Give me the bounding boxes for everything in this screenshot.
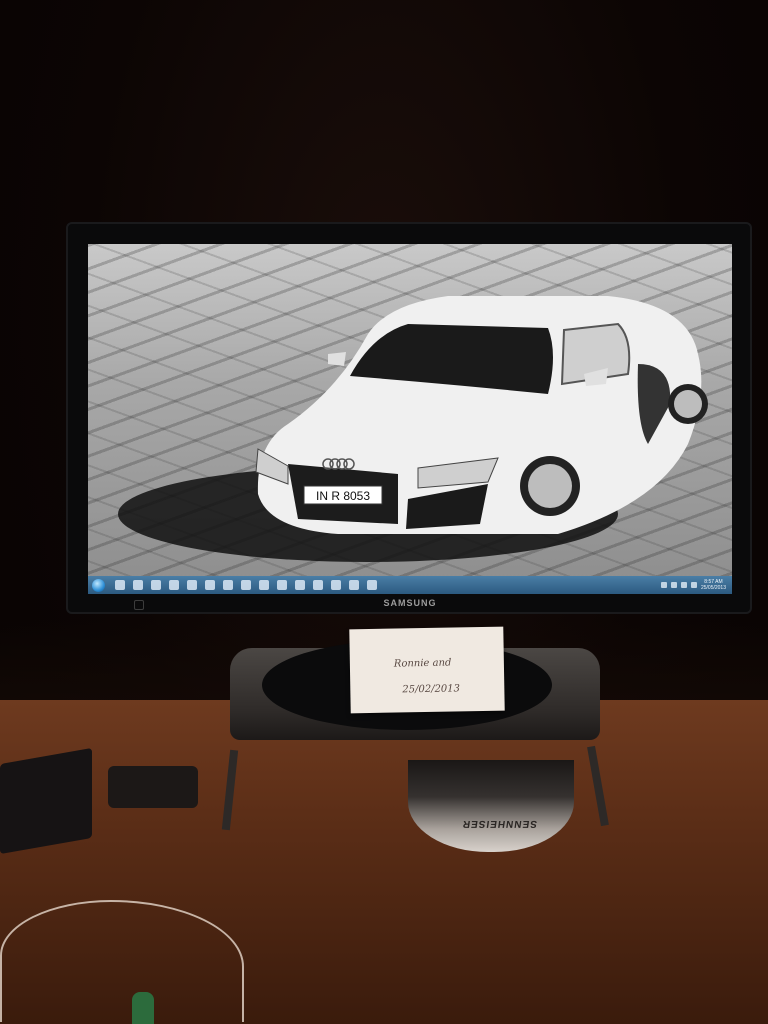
tray-icon[interactable] <box>660 582 667 588</box>
note-line-1: Ronnie and <box>393 657 452 670</box>
app-icon[interactable] <box>115 580 125 590</box>
monitor-brand: SAMSUNG <box>383 598 437 608</box>
license-plate: IN R 8053 <box>316 489 370 503</box>
app-icon[interactable] <box>241 580 251 590</box>
app-icon[interactable] <box>313 580 323 590</box>
app-icon[interactable] <box>133 580 143 590</box>
wallpaper-car: IN R 8053 <box>118 296 708 562</box>
tray-icon[interactable] <box>670 582 677 588</box>
app-icon[interactable] <box>223 580 233 590</box>
app-icon[interactable] <box>259 580 269 590</box>
tray-icon[interactable] <box>680 582 687 588</box>
app-icon[interactable] <box>349 580 359 590</box>
speaker-brand: SENNHEISER <box>461 818 538 829</box>
start-button[interactable] <box>92 578 105 592</box>
handwritten-note: Ronnie and 25/02/2013 <box>349 626 505 714</box>
speaker <box>408 760 574 852</box>
app-icon[interactable] <box>277 580 287 590</box>
small-device <box>108 766 198 808</box>
desktop-screen: IN R 8053 8:57 AM 25/05/2013 <box>88 244 732 594</box>
clock-date: 25/05/2013 <box>700 585 726 591</box>
smartphone <box>0 747 92 855</box>
note-line-2: 25/02/2013 <box>402 683 461 696</box>
system-tray[interactable]: 8:57 AM 25/05/2013 <box>660 579 732 591</box>
app-icon[interactable] <box>367 580 377 590</box>
app-icon[interactable] <box>295 580 305 590</box>
app-icon[interactable] <box>151 580 161 590</box>
app-icon[interactable] <box>331 580 341 590</box>
app-icon[interactable] <box>169 580 179 590</box>
taskbar[interactable]: 8:57 AM 25/05/2013 <box>88 576 732 594</box>
power-icon <box>134 600 144 610</box>
tray-icon[interactable] <box>690 582 697 588</box>
clock[interactable]: 8:57 AM 25/05/2013 <box>701 579 726 591</box>
bottle <box>132 992 154 1024</box>
app-icon[interactable] <box>187 580 197 590</box>
app-icon[interactable] <box>205 580 215 590</box>
